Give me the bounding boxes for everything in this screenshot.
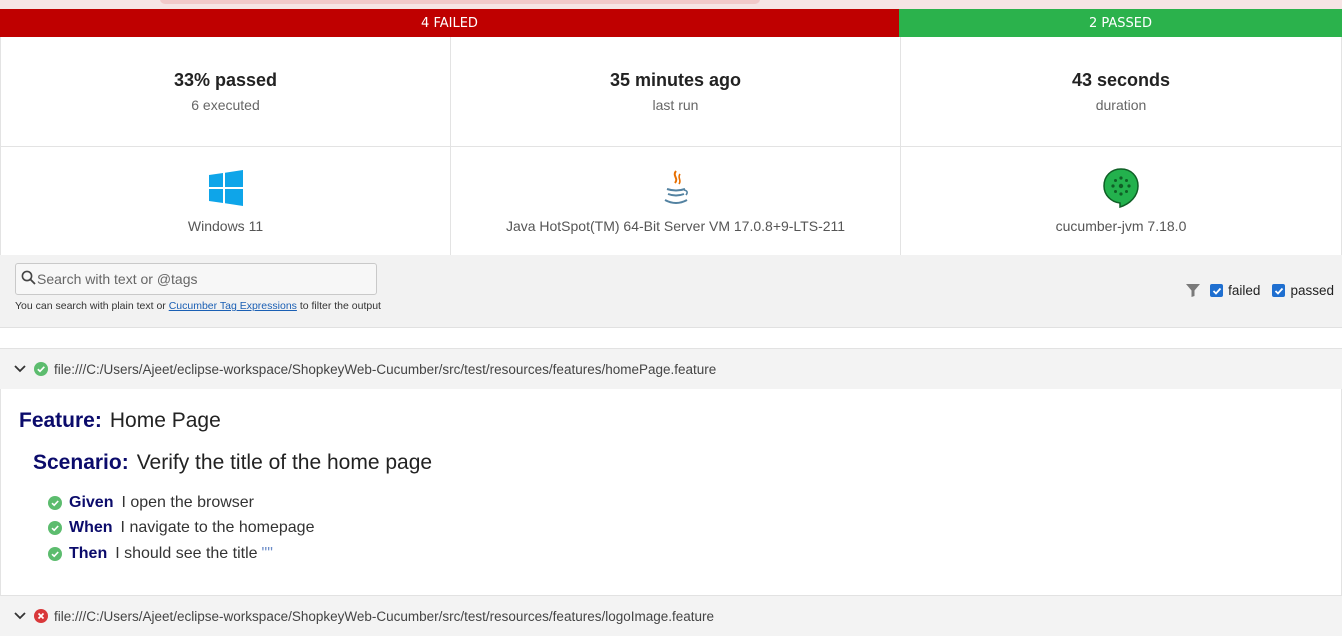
step-row: Then I should see the title ""	[48, 541, 314, 567]
step-keyword: Given	[69, 493, 114, 511]
failed-filter-label[interactable]: failed	[1228, 283, 1260, 298]
step-keyword: Then	[69, 544, 108, 562]
step-text: I should see the title	[115, 544, 258, 562]
passed-filter-checkbox[interactable]	[1272, 284, 1286, 297]
feature-keyword: Feature:	[19, 409, 102, 432]
feature-file-path: file:///C:/Users/Ajeet/eclipse-workspace…	[54, 608, 715, 624]
feature-file-header[interactable]: file:///C:/Users/Ajeet/eclipse-workspace…	[0, 348, 1342, 389]
last-run-label: last run	[652, 97, 699, 113]
status-filters: failed passed	[1186, 283, 1334, 298]
passed-filter-label[interactable]: passed	[1290, 283, 1334, 298]
search-input[interactable]	[37, 267, 367, 291]
passed-count-label: 2 PASSED	[1088, 15, 1153, 31]
browser-top-strip	[0, 0, 1342, 9]
passed-summary-bar[interactable]: 2 PASSED	[899, 9, 1342, 37]
feature-section-homepage: file:///C:/Users/Ajeet/eclipse-workspace…	[0, 348, 1342, 595]
search-icon	[21, 270, 36, 285]
feature-file-path: file:///C:/Users/Ajeet/eclipse-workspace…	[54, 361, 717, 377]
runtime-label: Java HotSpot(TM) 64-Bit Server VM 17.0.8…	[505, 218, 846, 234]
passed-status-icon	[34, 362, 48, 376]
feature-body: Feature: Home Page Scenario: Verify the ti…	[0, 389, 1342, 595]
step-text: I open the browser	[121, 493, 254, 511]
tool-info: cucumber-jvm 7.18.0	[900, 147, 1342, 255]
windows-icon	[208, 170, 243, 206]
feature-section-logoimage: file:///C:/Users/Ajeet/eclipse-workspace…	[0, 595, 1342, 636]
runtime-info: Java HotSpot(TM) 64-Bit Server VM 17.0.8…	[450, 147, 900, 255]
search-hint: You can search with plain text or Cucumb…	[15, 300, 381, 312]
scenario-steps: Given I open the browser When I navigate…	[48, 490, 314, 567]
duration-stat: 43 seconds duration	[900, 37, 1342, 146]
feature-name: Home Page	[109, 409, 221, 432]
duration-value: 43 seconds	[1071, 70, 1171, 90]
pass-rate-value: 33% passed	[173, 70, 278, 90]
search-box[interactable]	[15, 263, 377, 295]
report-summary-grid: 33% passed 6 executed 35 minutes ago las…	[0, 37, 1342, 256]
step-row: Given I open the browser	[48, 490, 314, 516]
java-icon	[664, 170, 688, 204]
step-passed-icon	[48, 495, 62, 510]
feature-title: Feature: Home Page	[19, 409, 221, 433]
step-text: I navigate to the homepage	[120, 519, 315, 537]
cucumber-icon	[1103, 168, 1139, 208]
last-run-stat: 35 minutes ago last run	[450, 37, 900, 146]
feature-file-header[interactable]: file:///C:/Users/Ajeet/eclipse-workspace…	[0, 595, 1342, 636]
scenario-name: Verify the title of the home page	[136, 451, 433, 474]
step-passed-icon	[48, 546, 62, 561]
scenario-keyword: Scenario:	[33, 451, 129, 474]
search-filter-bar: You can search with plain text or Cucumb…	[0, 255, 1342, 328]
tag-expressions-link[interactable]: Cucumber Tag Expressions	[169, 300, 297, 312]
scenario-title: Scenario: Verify the title of the home pa…	[33, 451, 432, 475]
failed-count-label: 4 FAILED	[421, 15, 478, 31]
last-run-value: 35 minutes ago	[609, 70, 742, 90]
step-keyword: When	[69, 519, 113, 537]
failed-summary-bar[interactable]: 4 FAILED	[0, 9, 899, 37]
step-argument: ""	[261, 544, 273, 562]
chevron-down-icon[interactable]	[14, 365, 26, 373]
os-info: Windows 11	[0, 147, 450, 255]
duration-label: duration	[1095, 97, 1147, 113]
os-label: Windows 11	[187, 218, 264, 234]
failed-status-icon	[34, 609, 48, 623]
executed-count: 6 executed	[191, 97, 260, 113]
pass-rate-stat: 33% passed 6 executed	[0, 37, 450, 146]
tool-label: cucumber-jvm 7.18.0	[1055, 218, 1187, 234]
step-row: When I navigate to the homepage	[48, 516, 314, 542]
filter-icon[interactable]	[1186, 284, 1201, 297]
failed-filter-checkbox[interactable]	[1210, 284, 1224, 297]
chevron-down-icon[interactable]	[14, 612, 26, 620]
step-passed-icon	[48, 521, 62, 536]
